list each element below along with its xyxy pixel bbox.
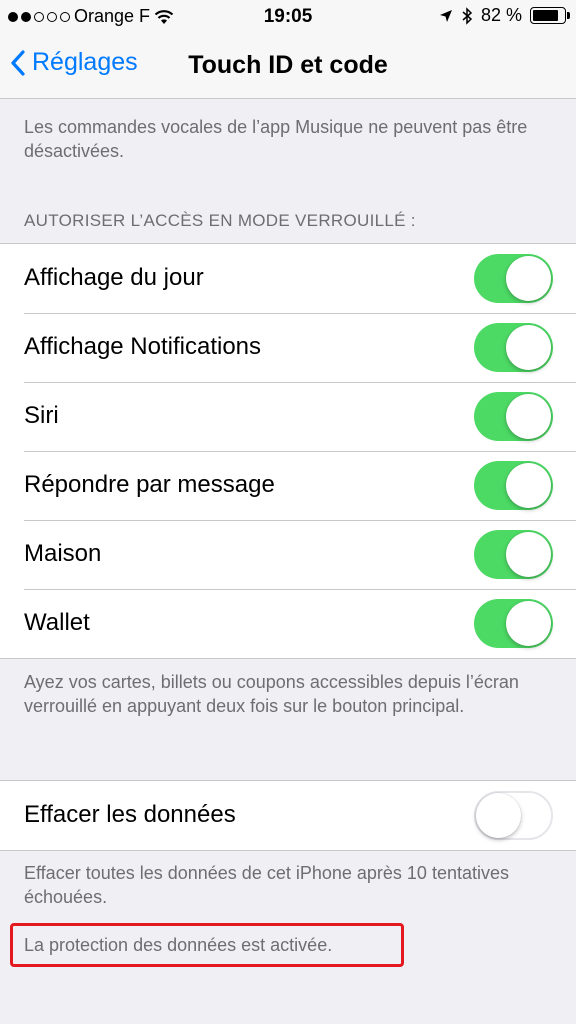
location-arrow-icon (439, 9, 452, 22)
battery-percent: 82 % (480, 5, 522, 25)
bluetooth-icon (462, 6, 473, 25)
setting-row-today-view[interactable]: Affichage du jour (0, 244, 576, 313)
setting-label: Siri (24, 402, 59, 429)
status-bar: Orange F 19:05 82 % (0, 0, 576, 36)
setting-label: Affichage du jour (24, 264, 204, 291)
wallet-toggle[interactable] (474, 599, 553, 648)
setting-label: Effacer les données (24, 801, 236, 828)
battery-level (533, 10, 558, 21)
setting-label: Wallet (24, 609, 90, 636)
erase-data-note: Effacer toutes les données de cet iPhone… (24, 863, 509, 907)
locked-access-header: AUTORISER L’ACCÈS EN MODE VERROUILLÉ : (24, 211, 416, 230)
setting-row-siri[interactable]: Siri (0, 382, 576, 451)
setting-label: Répondre par message (24, 471, 275, 498)
setting-label: Affichage Notifications (24, 333, 262, 360)
highlight-box (10, 923, 404, 967)
setting-row-reply-message[interactable]: Répondre par message (0, 451, 576, 520)
status-right: 82 % (439, 5, 570, 26)
home-toggle[interactable] (474, 530, 553, 579)
battery-icon (530, 7, 570, 24)
setting-row-erase-data[interactable]: Effacer les données (0, 781, 576, 850)
setting-row-notifications[interactable]: Affichage Notifications (0, 313, 576, 382)
music-voice-note: Les commandes vocales de l’app Musique n… (24, 117, 528, 161)
erase-data-toggle[interactable] (474, 791, 553, 840)
erase-data-group: Effacer les données (0, 780, 576, 851)
setting-row-home[interactable]: Maison (0, 520, 576, 589)
notifications-toggle[interactable] (474, 323, 553, 372)
setting-row-wallet[interactable]: Wallet (0, 589, 576, 658)
reply-message-toggle[interactable] (474, 461, 553, 510)
wallet-note: Ayez vos cartes, billets ou coupons acce… (24, 672, 519, 716)
locked-access-group: Affichage du jour Affichage Notification… (0, 243, 576, 659)
siri-toggle[interactable] (474, 392, 553, 441)
today-view-toggle[interactable] (474, 254, 553, 303)
page-title: Touch ID et code (188, 51, 388, 79)
setting-label: Maison (24, 540, 102, 567)
navigation-bar: Réglages Touch ID et code (0, 36, 576, 99)
